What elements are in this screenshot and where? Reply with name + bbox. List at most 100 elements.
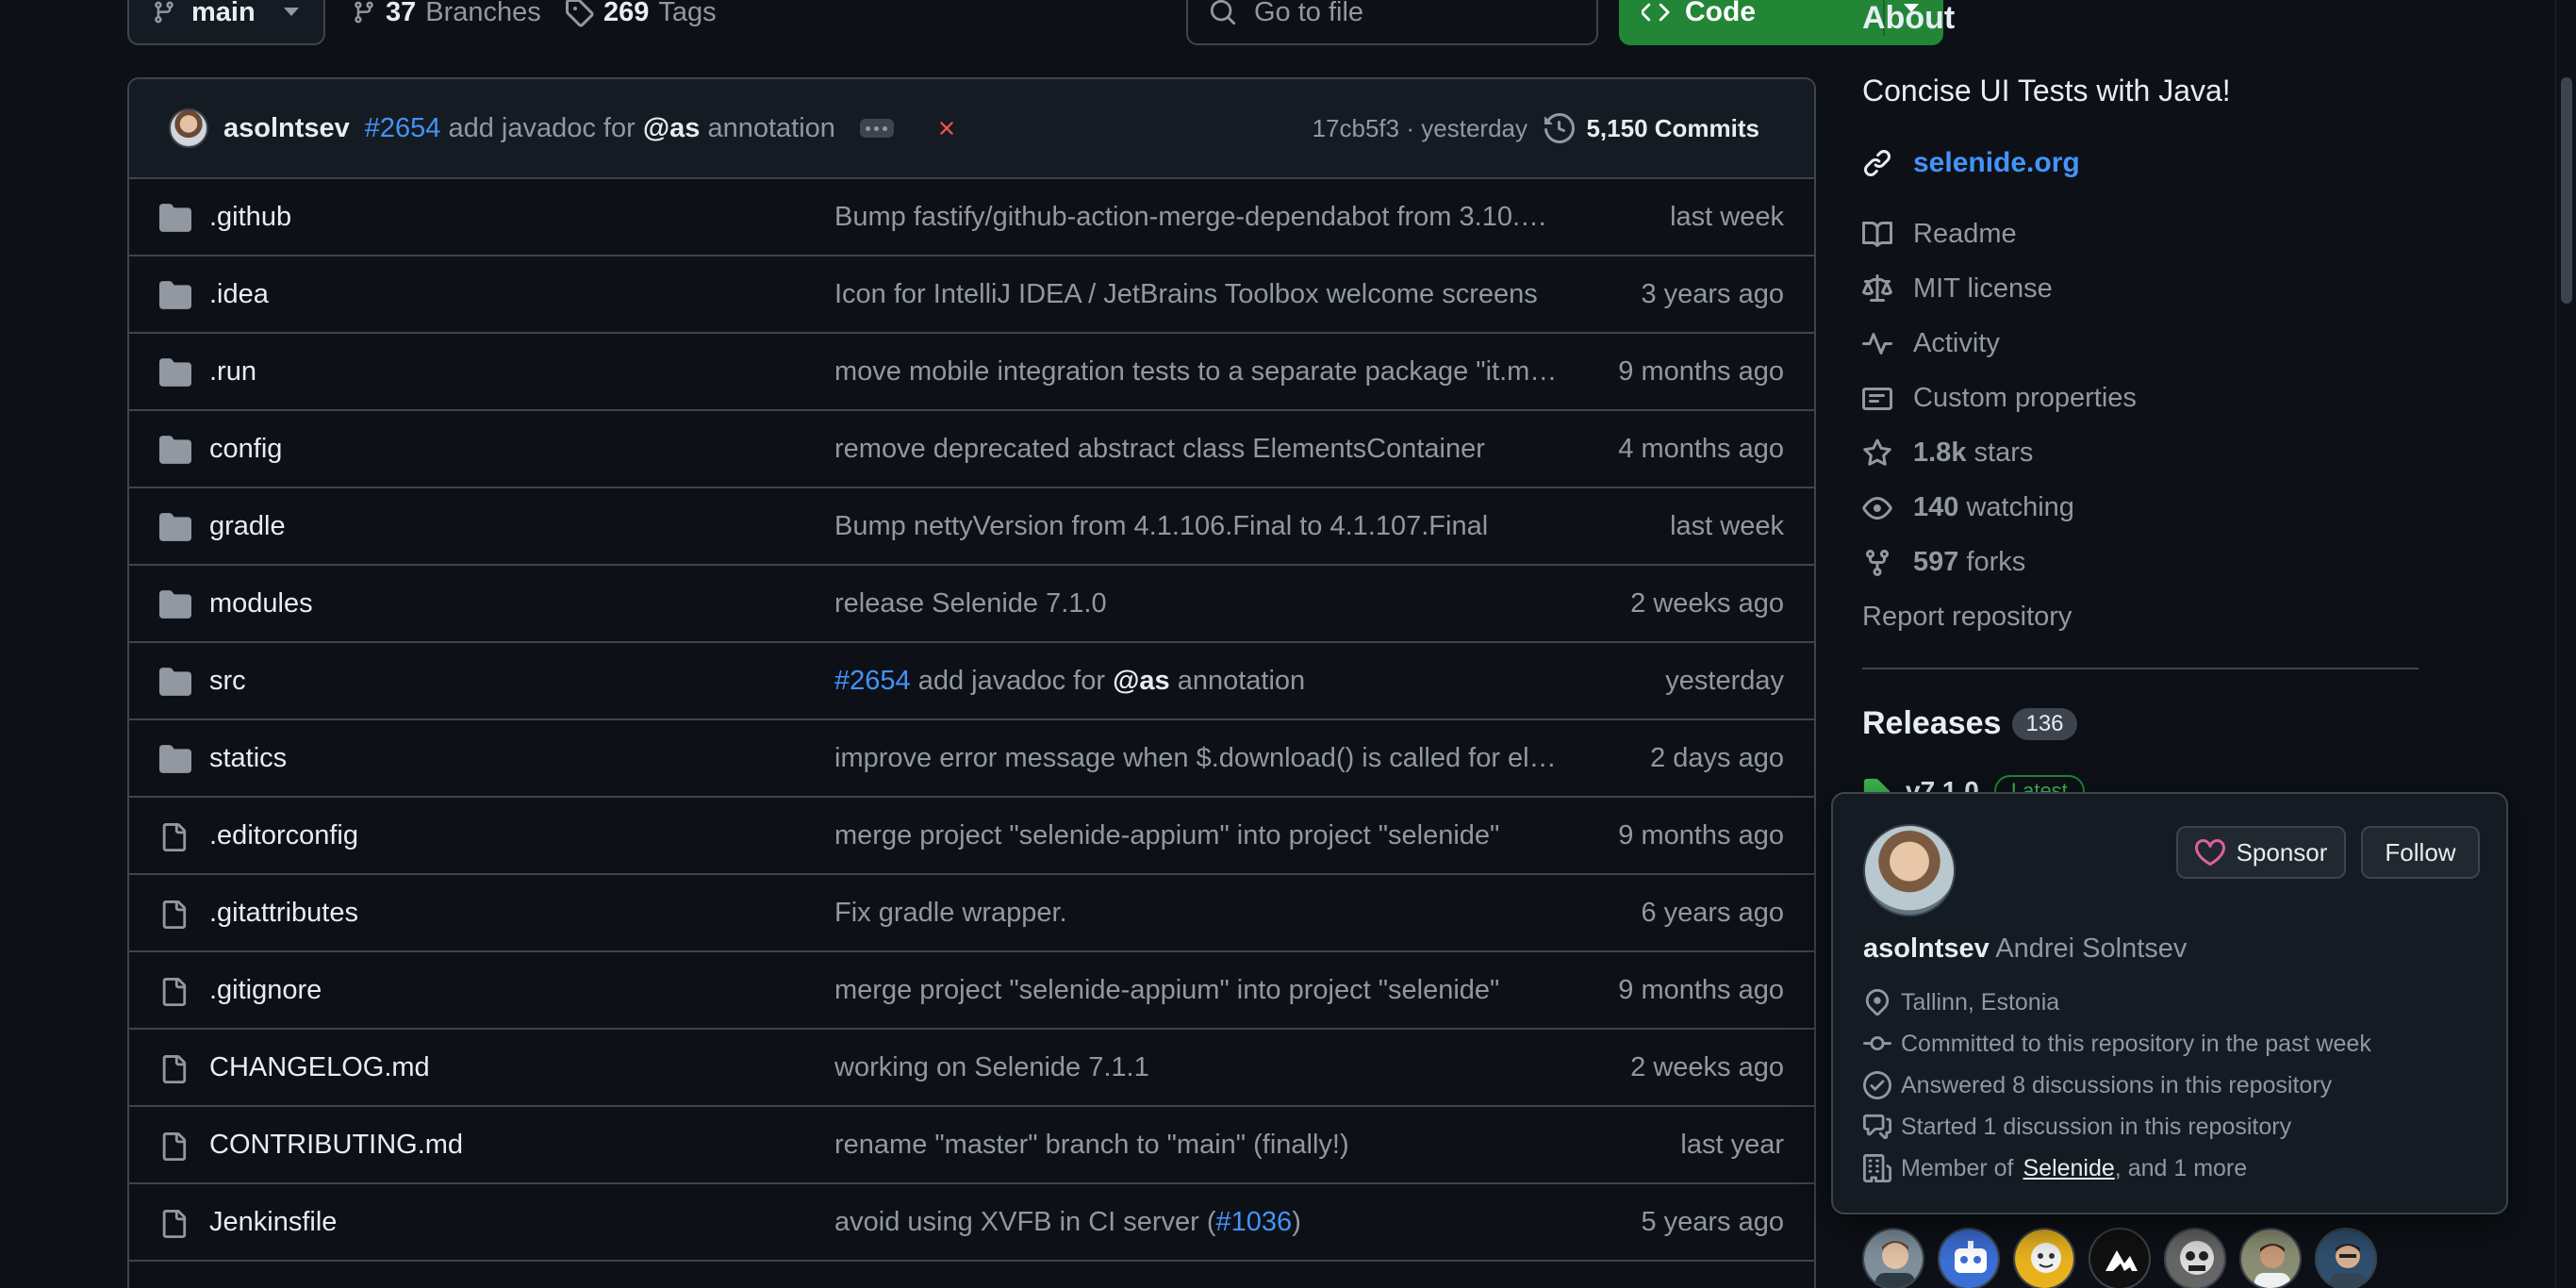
license-label: MIT license: [1913, 273, 2053, 304]
file-name-link[interactable]: src: [209, 666, 246, 697]
file-commit-time: 2 days ago: [1650, 742, 1784, 773]
avatar[interactable]: [2164, 1228, 2226, 1288]
commit-message-text: add javadoc for: [448, 112, 636, 143]
file-commit-message[interactable]: merge project "selenide-appium" into pro…: [834, 975, 1560, 1006]
readme-label: Readme: [1913, 219, 2017, 249]
releases-heading[interactable]: Releases 136: [1862, 705, 2077, 742]
file-name-link[interactable]: gradle: [209, 511, 286, 542]
table-row[interactable]: CONTRIBUTING.md rename "master" branch to…: [129, 1107, 1814, 1184]
scrollbar-thumb[interactable]: [2561, 77, 2572, 304]
commit-pr-link[interactable]: #1036: [1216, 1207, 1293, 1237]
stars-link[interactable]: 1.8k stars: [1862, 438, 2033, 469]
file-name-link[interactable]: .gitignore: [209, 975, 322, 1006]
file-name-link[interactable]: .editorconfig: [209, 820, 358, 851]
tags-link[interactable]: 269 Tags: [564, 0, 717, 45]
watchers-link[interactable]: 140 watching: [1862, 492, 2074, 523]
table-row[interactable]: src #2654 add javadoc for @as annotation y…: [129, 643, 1814, 720]
table-row[interactable]: .idea Icon for IntelliJ IDEA / JetBrains …: [129, 256, 1814, 334]
forks-link[interactable]: 597 forks: [1862, 547, 2025, 578]
report-repository-link[interactable]: Report repository: [1862, 602, 2072, 633]
activity-link[interactable]: Activity: [1862, 328, 2000, 359]
commit-message[interactable]: add javadoc for @as annotation: [448, 113, 834, 144]
table-row[interactable]: .github Bump fastify/github-action-merge-…: [129, 179, 1814, 256]
table-row[interactable]: gradle Bump nettyVersion from 4.1.106.Fin…: [129, 488, 1814, 566]
file-commit-message[interactable]: merge project "selenide-appium" into pro…: [834, 820, 1560, 851]
go-to-file-input[interactable]: Go to file: [1186, 0, 1598, 45]
commit-sha[interactable]: 17cb5f3: [1313, 114, 1400, 142]
table-row[interactable]: CHANGELOG.md working on Selenide 7.1.1 2 w…: [129, 1030, 1814, 1107]
file-name-link[interactable]: .idea: [209, 279, 269, 310]
commit-message-mention[interactable]: @as: [1113, 666, 1170, 696]
avatar[interactable]: [2239, 1228, 2302, 1288]
file-commit-message[interactable]: Bump fastify/github-action-merge-dependa…: [834, 202, 1560, 233]
table-row[interactable]: statics improve error message when $.down…: [129, 720, 1814, 798]
branches-link[interactable]: 37 Branches: [352, 0, 541, 45]
folder-icon: [159, 281, 191, 309]
hovercard-started: Started 1 discussion in this repository: [1863, 1113, 2291, 1141]
divider: [1862, 668, 2419, 669]
file-commit-message[interactable]: Bump nettyVersion from 4.1.106.Final to …: [834, 511, 1560, 542]
user-full-name[interactable]: Andrei Solntsev: [1995, 933, 2187, 964]
file-commit-message[interactable]: improve error message when $.download() …: [834, 743, 1560, 774]
commits-history-link[interactable]: 5,150 Commits: [1544, 113, 1759, 143]
file-icon: [159, 977, 188, 1007]
commit-pr-link[interactable]: #2654: [834, 666, 911, 696]
avatar[interactable]: [1862, 1228, 1924, 1288]
avatar[interactable]: [1863, 824, 1956, 916]
follow-button[interactable]: Follow: [2361, 826, 2480, 879]
file-commit-message[interactable]: release Selenide 7.1.0: [834, 588, 1560, 619]
file-name-link[interactable]: statics: [209, 743, 287, 774]
file-name-link[interactable]: CHANGELOG.md: [209, 1052, 430, 1083]
link-icon: [1862, 148, 1892, 178]
file-commit-message[interactable]: working on Selenide 7.1.1: [834, 1052, 1560, 1083]
user-login-link[interactable]: asolntsev: [1863, 933, 1990, 964]
website-url[interactable]: selenide.org: [1913, 147, 2080, 179]
file-name-link[interactable]: Jenkinsfile: [209, 1207, 337, 1238]
file-name-link[interactable]: .run: [209, 356, 256, 388]
file-commit-message[interactable]: rename "master" branch to "main" (finall…: [834, 1130, 1560, 1161]
file-name-link[interactable]: CONTRIBUTING.md: [209, 1130, 463, 1161]
file-name-link[interactable]: .gitattributes: [209, 898, 358, 929]
avatar[interactable]: [2315, 1228, 2377, 1288]
file-browser: asolntsev #2654 add javadoc for @as anno…: [127, 77, 1816, 1288]
file-commit-message[interactable]: Fix gradle wrapper.: [834, 898, 1560, 929]
readme-link[interactable]: Readme: [1862, 219, 2017, 250]
commit-sha-and-time[interactable]: 17cb5f3 · yesterday: [1313, 114, 1527, 143]
expand-commit-message-button[interactable]: [859, 119, 894, 138]
license-link[interactable]: MIT license: [1862, 273, 2053, 305]
commit-pr-link[interactable]: #2654: [365, 113, 441, 144]
branch-selector-button[interactable]: main: [127, 0, 325, 45]
member-org-link[interactable]: Selenide: [2023, 1155, 2114, 1182]
avatar[interactable]: [1938, 1228, 2000, 1288]
file-name-link[interactable]: modules: [209, 588, 313, 619]
table-row[interactable]: config remove deprecated abstract class E…: [129, 411, 1814, 488]
commit-message-mention[interactable]: @as: [643, 113, 701, 143]
releases-title[interactable]: Releases: [1862, 705, 2001, 742]
x-icon[interactable]: [935, 117, 958, 140]
website-link[interactable]: selenide.org: [1862, 147, 2080, 179]
file-commit-message[interactable]: #2654 add javadoc for @as annotation: [834, 666, 1560, 697]
folder-icon: [159, 513, 191, 541]
table-row[interactable]: .gitattributes Fix gradle wrapper. 6 years…: [129, 875, 1814, 952]
table-row[interactable]: .gitignore merge project "selenide-appium…: [129, 952, 1814, 1030]
git-branch-icon: [152, 0, 176, 26]
commit-author-link[interactable]: asolntsev: [223, 113, 350, 144]
avatar[interactable]: [2089, 1228, 2151, 1288]
file-commit-message[interactable]: avoid using XVFB in CI server (#1036): [834, 1207, 1560, 1238]
table-row[interactable]: .run move mobile integration tests to a s…: [129, 334, 1814, 411]
table-row[interactable]: modules release Selenide 7.1.0 2 weeks ago: [129, 566, 1814, 643]
file-commit-message[interactable]: move mobile integration tests to a separ…: [834, 356, 1560, 388]
page-scrollbar[interactable]: [2555, 0, 2576, 1288]
sponsor-button[interactable]: Sponsor: [2176, 826, 2346, 879]
table-row[interactable]: Jenkinsfile avoid using XVFB in CI server…: [129, 1184, 1814, 1262]
avatar[interactable]: [2013, 1228, 2075, 1288]
file-name-link[interactable]: .github: [209, 202, 291, 233]
file-commit-message[interactable]: remove deprecated abstract class Element…: [834, 434, 1560, 465]
file-commit-message[interactable]: Icon for IntelliJ IDEA / JetBrains Toolb…: [834, 279, 1560, 310]
avatar[interactable]: [169, 108, 208, 148]
custom-properties-link[interactable]: Custom properties: [1862, 383, 2137, 414]
file-name-link[interactable]: config: [209, 434, 282, 465]
commit-message-text: merge project "selenide-appium" into pro…: [834, 819, 1500, 850]
tags-label: Tags: [658, 0, 717, 27]
table-row[interactable]: .editorconfig merge project "selenide-app…: [129, 798, 1814, 875]
